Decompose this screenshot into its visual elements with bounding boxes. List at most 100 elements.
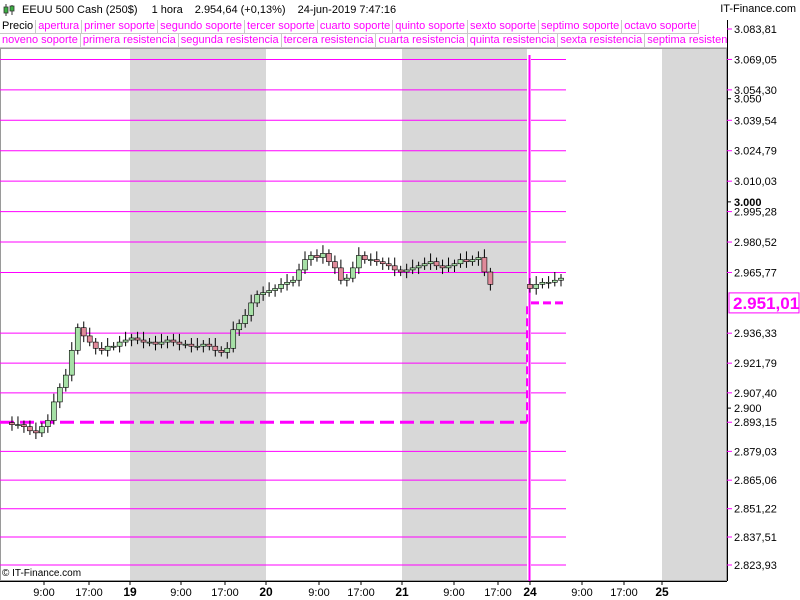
level-label-18: 2.823,93: [734, 560, 777, 572]
candle-body-42: [254, 294, 260, 304]
candle-body-28: [170, 339, 177, 343]
candle-body-44: [266, 290, 272, 293]
level-label-13: 2.893,15: [734, 417, 777, 429]
axis-tick-label-2: 2.900: [734, 403, 762, 415]
candle-body-66: [397, 269, 404, 273]
candle-body-29: [176, 341, 183, 345]
candle-body-59: [356, 255, 362, 269]
candle-body-82: [527, 284, 533, 289]
level-label-17: 2.837,51: [734, 532, 777, 544]
day-shade-0: [130, 48, 266, 581]
legend-item-noveno-soporte[interactable]: noveno soporte: [0, 34, 81, 48]
legend-item-primer-soporte[interactable]: primer soporte: [81, 20, 159, 34]
candle-body-81: [487, 271, 494, 285]
copyright-label: © IT-Finance.com: [2, 568, 82, 579]
candle-body-22: [134, 337, 141, 341]
candle-body-8: [51, 401, 57, 421]
candle-body-18: [110, 345, 117, 348]
candle-body-74: [445, 265, 452, 269]
time-axis: [0, 581, 800, 600]
candle-body-55: [332, 261, 338, 269]
legend-item-sexto-soporte[interactable]: sexto soporte: [466, 20, 540, 34]
candle-body-1: [9, 422, 15, 425]
legend-item-cuarta-resistencia[interactable]: cuarta resistencia: [375, 34, 468, 48]
candle-body-75: [451, 263, 458, 267]
candle-body-54: [326, 253, 332, 262]
plot-area: [0, 48, 727, 581]
candlestick-chart-icon: [3, 4, 15, 16]
time-label-11: 24: [523, 585, 537, 599]
candle-body-15: [92, 341, 99, 349]
price-chart[interactable]: 3.083,81 3.069,05 3.054,30 3.039,54 3.024,79…: [0, 0, 800, 600]
time-label-14: 25: [655, 585, 669, 599]
candle-body-56: [338, 267, 344, 281]
indicator-legend: Precio apertura primer soporte segundo s…: [0, 20, 727, 48]
candle-body-30: [182, 343, 189, 346]
legend-item-sexta-resistencia[interactable]: sexta resistencia: [557, 34, 646, 48]
level-label-14: 2.879,03: [734, 446, 777, 458]
time-label-7: 17:00: [347, 587, 375, 599]
level-label-7: 2.980,52: [734, 237, 777, 249]
time-label-2: 19: [123, 585, 137, 599]
legend-item-primera-resistencia[interactable]: primera resistencia: [79, 34, 179, 48]
level-label-11: 2.921,79: [734, 358, 777, 370]
legend-item-octavo-soporte[interactable]: octavo soporte: [621, 20, 700, 34]
legend-item-segunda-resistencia[interactable]: segunda resistencia: [177, 34, 282, 48]
legend-item-precio[interactable]: Precio: [0, 20, 37, 34]
candle-body-68: [409, 267, 416, 271]
candle-body-51: [308, 255, 314, 260]
price-axis: [727, 20, 800, 581]
legend-item-tercer-soporte[interactable]: tercer soporte: [244, 20, 318, 34]
level-label-1: 3.069,05: [734, 54, 777, 66]
candle-body-40: [242, 314, 248, 324]
candle-body-50: [302, 259, 308, 271]
day-shade-1: [402, 48, 527, 581]
candle-body-36: [218, 350, 225, 353]
level-label-4: 3.024,79: [734, 146, 777, 158]
candle-body-24: [146, 341, 153, 344]
candle-body-48: [290, 279, 296, 283]
legend-item-cuarto-soporte[interactable]: cuarto soporte: [316, 20, 394, 34]
brand-label: IT-Finance.com: [720, 3, 796, 15]
candle-body-3: [21, 424, 27, 427]
legend-item-quinta-resistencia[interactable]: quinta resistencia: [466, 34, 559, 48]
current-price-label: 2.951,01: [733, 294, 799, 313]
level-label-3: 3.039,54: [734, 115, 777, 127]
candle-body-23: [140, 339, 147, 343]
candle-body-10: [62, 374, 69, 388]
candle-body-39: [236, 323, 243, 331]
legend-item-apertura[interactable]: apertura: [35, 20, 83, 34]
candle-body-26: [158, 341, 165, 345]
candle-body-4: [27, 426, 33, 432]
legend-item-quinto-soporte[interactable]: quinto soporte: [392, 20, 468, 34]
day-shade-2: [662, 48, 727, 581]
time-label-10: 17:00: [484, 587, 512, 599]
candle-body-61: [367, 259, 374, 261]
candle-body-79: [475, 257, 482, 260]
title-bar: EEUU 500 Cash (250$) 1 hora 2.954,64 (+0…: [0, 0, 800, 20]
legend-row-2: noveno soporte primera resistencia segun…: [0, 34, 727, 48]
candle-body-37: [224, 347, 231, 353]
time-label-0: 9:00: [33, 587, 54, 599]
legend-item-tercera-resistencia[interactable]: tercera resistencia: [280, 34, 377, 48]
candle-body-9: [57, 387, 63, 403]
candle-body-43: [260, 292, 266, 295]
time-label-6: 9:00: [308, 587, 329, 599]
candle-body-32: [194, 345, 201, 348]
level-label-10: 2.936,33: [734, 328, 777, 340]
legend-item-septimo-soporte[interactable]: septimo soporte: [538, 20, 623, 34]
candle-body-69: [415, 265, 422, 269]
candle-body-20: [122, 339, 129, 343]
level-label-15: 2.865,06: [734, 475, 777, 487]
candle-body-84: [539, 281, 546, 285]
candle-body-73: [439, 265, 446, 269]
candle-body-77: [463, 259, 470, 262]
legend-item-septima-resistencia[interactable]: septima resistencia: [644, 34, 727, 48]
candle-body-41: [248, 302, 254, 316]
legend-item-segundo-soporte[interactable]: segundo soporte: [157, 20, 246, 34]
candle-body-38: [230, 329, 237, 349]
candle-body-33: [200, 343, 207, 347]
candle-body-19: [116, 341, 123, 347]
candle-body-6: [39, 426, 45, 434]
candle-body-25: [152, 341, 159, 345]
